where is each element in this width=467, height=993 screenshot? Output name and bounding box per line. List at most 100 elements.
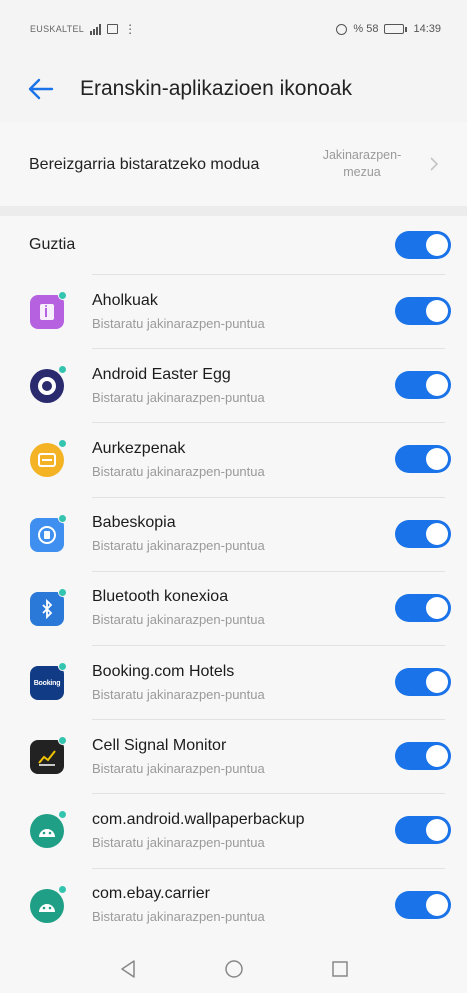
- toggle-knob: [426, 745, 448, 768]
- app-name: com.ebay.carrier: [92, 885, 210, 903]
- app-toggle[interactable]: [395, 297, 451, 326]
- all-apps-toggle[interactable]: [395, 231, 451, 259]
- carrier-name: EUSKALTEL: [30, 24, 85, 34]
- app-name: Aholkuak: [92, 291, 158, 309]
- square-recents-icon: [331, 961, 348, 977]
- circle-home-icon: [224, 960, 243, 978]
- nav-home-button[interactable]: [223, 958, 245, 980]
- app-list: Guztia Aholkuak Bistaratu jakinarazpen-p…: [0, 216, 467, 945]
- app-toggle[interactable]: [395, 742, 451, 771]
- app-row: com.ebay.carrier Bistaratu jakinarazpen-…: [0, 867, 467, 942]
- app-icon-container: [25, 512, 69, 556]
- app-texts: Android Easter Egg Bistaratu jakinarazpe…: [92, 365, 265, 406]
- app-icon-container: [25, 808, 69, 852]
- app-row: Bluetooth konexioa Bistaratu jakinarazpe…: [0, 570, 467, 645]
- nav-recents-button[interactable]: [329, 958, 351, 980]
- app-icon-container: [25, 363, 69, 407]
- navigation-bar: [0, 945, 467, 993]
- toggle-knob: [426, 671, 448, 694]
- app-toggle[interactable]: [395, 371, 451, 400]
- app-row: Android Easter Egg Bistaratu jakinarazpe…: [0, 348, 467, 422]
- booking-icon-text: Booking: [33, 679, 61, 687]
- app-subtitle: Bistaratu jakinarazpen-puntua: [92, 686, 265, 702]
- bluetooth-icon: [30, 591, 64, 626]
- app-texts: com.ebay.carrier Bistaratu jakinarazpen-…: [92, 884, 265, 925]
- app-row: Aurkezpenak Bistaratu jakinarazpen-puntu…: [0, 422, 467, 496]
- notification-dot-icon: [58, 810, 67, 820]
- notification-dot-icon: [58, 587, 67, 597]
- app-row: Booking Booking.com Hotels Bistaratu jak…: [0, 644, 467, 719]
- app-subtitle: Bistaratu jakinarazpen-puntua: [92, 463, 265, 479]
- app-icon-container: [25, 437, 69, 481]
- app-icon-container: Booking: [25, 660, 69, 704]
- toggle-knob: [426, 234, 448, 256]
- row-separator: [92, 867, 445, 869]
- app-toggle[interactable]: [395, 593, 451, 622]
- section-divider: [0, 206, 467, 216]
- app-texts: Booking.com Hotels Bistaratu jakinarazpe…: [92, 662, 265, 703]
- app-icon-container: [25, 586, 69, 630]
- app-row: Cell Signal Monitor Bistaratu jakinarazp…: [0, 719, 467, 793]
- booking-icon: Booking: [30, 666, 64, 701]
- status-left: EUSKALTEL ⋮: [30, 22, 136, 36]
- status-right: % 58 14:39: [336, 23, 441, 35]
- app-subtitle: Bistaratu jakinarazpen-puntua: [92, 909, 265, 925]
- toggle-knob: [426, 819, 448, 842]
- tips-icon: [30, 295, 64, 330]
- notification-dot-icon: [58, 439, 67, 449]
- toggle-knob: [426, 448, 448, 471]
- all-apps-row: Guztia: [0, 216, 467, 274]
- toggle-knob: [426, 893, 448, 916]
- toggle-knob: [426, 300, 448, 323]
- app-texts: Aholkuak Bistaratu jakinarazpen-puntua: [92, 291, 265, 332]
- app-bar: Eranskin-aplikazioen ikonoak: [0, 58, 467, 120]
- app-toggle[interactable]: [395, 816, 451, 845]
- app-row: Babeskopia Bistaratu jakinarazpen-puntua: [0, 496, 467, 571]
- row-separator: [92, 422, 445, 424]
- battery-percent: % 58: [353, 23, 379, 35]
- app-name: Bluetooth konexioa: [92, 588, 229, 606]
- toggle-knob: [426, 596, 448, 619]
- app-subtitle: Bistaratu jakinarazpen-puntua: [92, 834, 265, 850]
- arrow-left-icon: [28, 78, 54, 100]
- signal-chart-icon: [30, 740, 64, 775]
- app-rows: Aholkuak Bistaratu jakinarazpen-puntua A…: [0, 274, 467, 942]
- app-subtitle: Bistaratu jakinarazpen-puntua: [92, 612, 265, 628]
- row-separator: [92, 496, 445, 498]
- app-texts: com.android.wallpaperbackup Bistaratu ja…: [92, 810, 305, 851]
- row-separator: [92, 348, 445, 350]
- row-separator: [92, 793, 445, 795]
- backup-icon: [30, 517, 64, 552]
- row-separator: [92, 570, 445, 572]
- app-subtitle: Bistaratu jakinarazpen-puntua: [92, 760, 265, 776]
- notification-dot-icon: [58, 662, 67, 672]
- toggle-knob: [426, 374, 448, 397]
- app-name: Booking.com Hotels: [92, 662, 235, 680]
- notification-dot-icon: [58, 884, 67, 894]
- triangle-back-icon: [120, 960, 135, 978]
- presentation-icon: [30, 443, 64, 478]
- all-apps-label: Guztia: [29, 236, 76, 253]
- sim-icon: [107, 24, 119, 34]
- app-name: Cell Signal Monitor: [92, 736, 227, 754]
- app-name: Babeskopia: [92, 514, 176, 532]
- app-toggle[interactable]: [395, 519, 451, 548]
- app-subtitle: Bistaratu jakinarazpen-puntua: [92, 315, 265, 331]
- app-toggle[interactable]: [395, 445, 451, 474]
- app-name: Aurkezpenak: [92, 439, 186, 457]
- nav-back-button[interactable]: [117, 958, 139, 980]
- back-button[interactable]: [28, 78, 54, 100]
- app-icon-container: [25, 289, 69, 333]
- clock: 14:39: [413, 23, 441, 35]
- mode-label: Bereizgarria bistaratzeko modua: [29, 155, 260, 173]
- row-separator: [92, 719, 445, 721]
- notification-dot-icon: [58, 291, 67, 301]
- android-icon: [30, 888, 64, 923]
- app-texts: Bluetooth konexioa Bistaratu jakinarazpe…: [92, 587, 265, 628]
- app-toggle[interactable]: [395, 668, 451, 697]
- app-subtitle: Bistaratu jakinarazpen-puntua: [92, 389, 265, 405]
- badge-display-mode-setting[interactable]: Bereizgarria bistaratzeko modua Jakinara…: [0, 122, 467, 206]
- app-toggle[interactable]: [395, 890, 451, 919]
- alarm-icon: [336, 23, 348, 35]
- app-icon-container: [25, 883, 69, 927]
